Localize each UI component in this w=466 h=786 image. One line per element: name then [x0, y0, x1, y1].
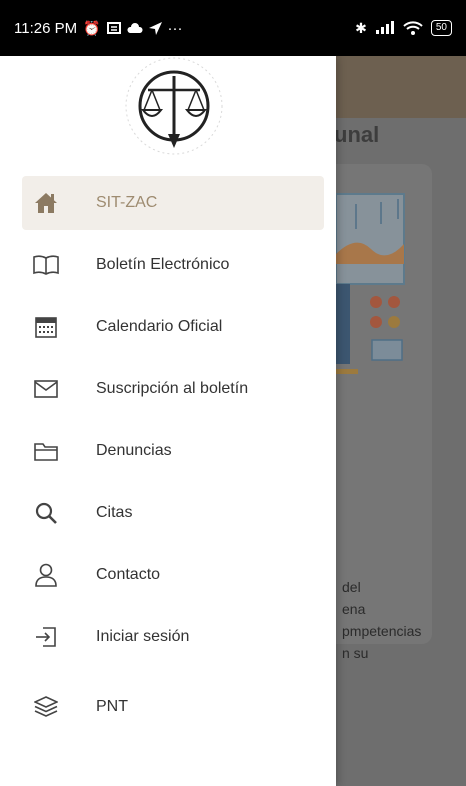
alarm-icon: ⏰: [83, 20, 101, 36]
menu-item-suscripcion-boletin[interactable]: Suscripción al boletín: [22, 358, 324, 420]
home-icon: [32, 189, 60, 217]
book-icon: [32, 251, 60, 279]
more-notifications-icon: ···: [167, 19, 183, 37]
send-icon: [148, 21, 162, 35]
background-illustration-icon: [336, 193, 405, 374]
menu-item-citas[interactable]: Citas: [22, 482, 324, 544]
login-icon: [32, 623, 60, 651]
navigation-drawer: SIT-ZAC Boletín Electrónico Calendario O…: [0, 56, 336, 786]
status-bar: 11:26 PM ⏰ ··· ✱ 50: [0, 0, 466, 56]
menu-item-boletin-electronico[interactable]: Boletín Electrónico: [22, 234, 324, 296]
menu-item-iniciar-sesion[interactable]: Iniciar sesión: [22, 606, 324, 668]
battery-icon: 50: [430, 20, 452, 36]
background-title: unal: [334, 122, 380, 147]
drawer-menu: SIT-ZAC Boletín Electrónico Calendario O…: [22, 176, 324, 738]
menu-item-pnt[interactable]: PNT: [22, 676, 324, 738]
person-icon: [32, 561, 60, 589]
envelope-icon: [32, 375, 60, 403]
wifi-icon: [403, 21, 423, 35]
background-app-header: [336, 56, 466, 118]
message-icon: [106, 22, 121, 34]
menu-item-denuncias[interactable]: Denuncias: [22, 420, 324, 482]
cloud-icon: [126, 22, 143, 33]
drawer-scrim[interactable]: unal del ena pmpetencias n su: [334, 56, 466, 786]
calendar-icon: [32, 313, 60, 341]
background-card: del ena pmpetencias n su: [336, 164, 432, 661]
signal-icon: [375, 21, 394, 34]
menu-item-calendario-oficial[interactable]: Calendario Oficial: [22, 296, 324, 358]
bluetooth-icon: ✱: [355, 20, 367, 36]
search-icon: [32, 499, 60, 527]
clock: 11:26 PM: [14, 19, 78, 37]
layers-icon: [32, 693, 60, 721]
menu-item-contacto[interactable]: Contacto: [22, 544, 324, 606]
menu-item-sit-zac[interactable]: SIT-ZAC: [22, 176, 324, 230]
folder-icon: [32, 437, 60, 465]
background-paragraph: del ena pmpetencias n su: [342, 579, 422, 661]
scales-of-justice-seal-icon: [125, 57, 223, 155]
